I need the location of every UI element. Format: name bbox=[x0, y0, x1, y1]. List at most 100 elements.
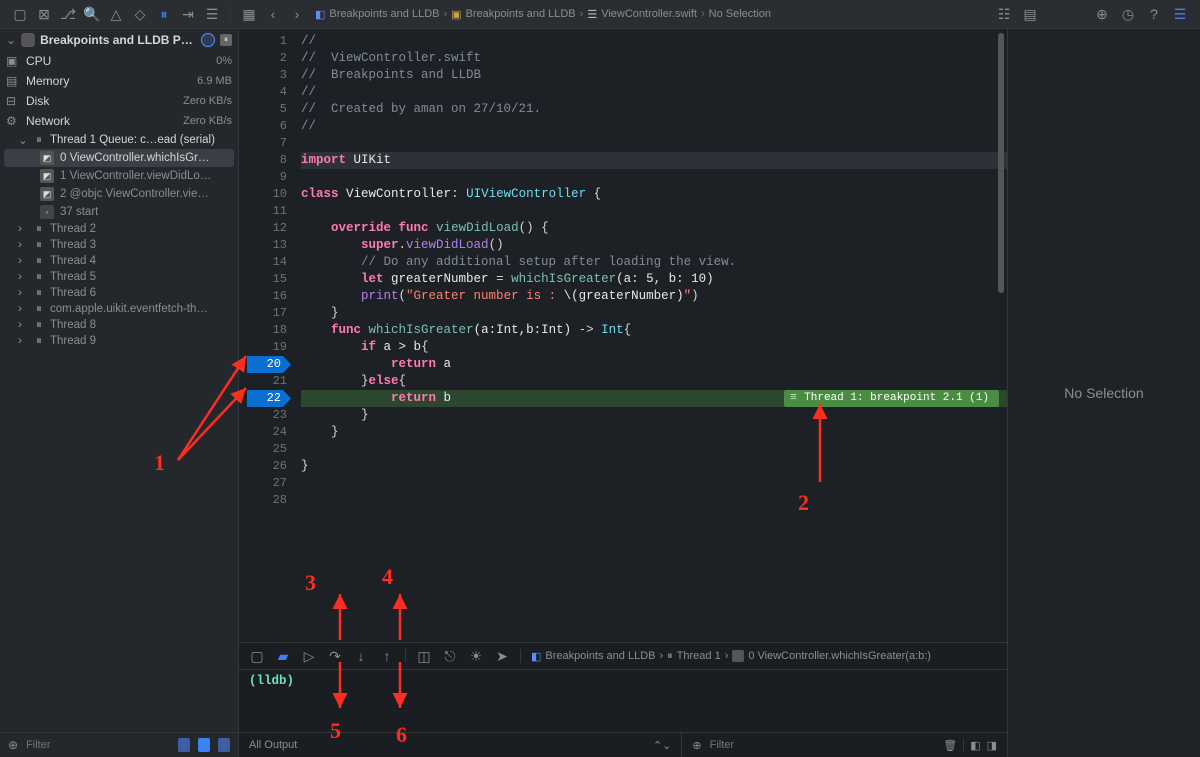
thread-row[interactable]: ›⏸Thread 8 bbox=[0, 317, 238, 333]
hide-debug-icon[interactable]: ▢ bbox=[249, 648, 265, 665]
navigator-filter-input[interactable] bbox=[24, 738, 170, 752]
scroll-thumb[interactable] bbox=[998, 33, 1004, 293]
tests-icon[interactable]: ◇ bbox=[130, 4, 150, 24]
thread-row[interactable]: ›⏸Thread 2 bbox=[0, 221, 238, 237]
nav-back-icon[interactable]: ‹ bbox=[263, 4, 283, 24]
scm-icon[interactable]: ⎇ bbox=[58, 4, 78, 24]
continue-icon[interactable]: ▷ bbox=[301, 648, 317, 665]
stack-frame-2[interactable]: ◩ 2 @objc ViewController.vie… bbox=[0, 185, 238, 203]
nav-fwd-icon[interactable]: › bbox=[287, 4, 307, 24]
step-over-icon[interactable]: ↷ bbox=[327, 648, 343, 665]
breakpoint-hit-badge[interactable]: Thread 1: breakpoint 2.1 (1) bbox=[784, 390, 999, 407]
code-line[interactable] bbox=[301, 475, 1007, 492]
code-line[interactable]: // Breakpoints and LLDB bbox=[301, 67, 1007, 84]
gauge-network[interactable]: ⚙ Network Zero KB/s bbox=[0, 111, 238, 131]
disclosure-icon[interactable]: › bbox=[18, 319, 28, 331]
grid-icon[interactable]: ▦ bbox=[239, 4, 259, 24]
thread-row[interactable]: ›⏸Thread 3 bbox=[0, 237, 238, 253]
disclosure-icon[interactable]: ⌄ bbox=[18, 133, 28, 147]
code-line[interactable]: // Created by aman on 27/10/21. bbox=[301, 101, 1007, 118]
debug-nav-icon[interactable]: ⏸ bbox=[154, 4, 174, 24]
thread-1[interactable]: ⌄ ⏸ Thread 1 Queue: c…ead (serial) bbox=[0, 131, 238, 149]
code-line[interactable]: // ViewController.swift bbox=[301, 50, 1007, 67]
gauge-memory[interactable]: ▤ Memory 6.9 MB bbox=[0, 71, 238, 91]
code-line[interactable]: func whichIsGreater(a:Int,b:Int) -> Int{ bbox=[301, 322, 1007, 339]
code-line[interactable]: } bbox=[301, 424, 1007, 441]
code-line[interactable]: // bbox=[301, 118, 1007, 135]
filter-toggle-1[interactable] bbox=[178, 738, 190, 752]
code-line[interactable] bbox=[301, 203, 1007, 220]
editor-scrollbar[interactable] bbox=[998, 33, 1004, 638]
breakpoint-nav-icon[interactable]: ⇥ bbox=[178, 4, 198, 24]
plus-tab-icon[interactable]: ⊕ bbox=[1092, 4, 1112, 24]
jump-bar[interactable]: ◧ Breakpoints and LLDB › ▣ Breakpoints a… bbox=[315, 8, 990, 21]
gauge-cpu[interactable]: ▣ CPU 0% bbox=[0, 51, 238, 71]
jump-selection[interactable]: No Selection bbox=[709, 8, 771, 20]
step-out-icon[interactable]: ↑ bbox=[379, 648, 395, 664]
memory-graph-icon[interactable]: ⎋ bbox=[442, 648, 458, 665]
find-icon[interactable]: 🔍 bbox=[82, 4, 102, 24]
output-selector[interactable]: All Output ⌃⌄ bbox=[239, 733, 682, 757]
filter-toggle-2[interactable] bbox=[198, 738, 210, 752]
thread-row[interactable]: ›⏸Thread 9 bbox=[0, 333, 238, 349]
debug-crumb[interactable]: Breakpoints and LLDB bbox=[545, 650, 655, 662]
location-icon[interactable]: ➤ bbox=[494, 648, 510, 665]
jump-project[interactable]: Breakpoints and LLDB bbox=[329, 8, 439, 20]
breakpoint-marker[interactable]: 22 bbox=[247, 390, 291, 407]
disclosure-icon[interactable]: › bbox=[18, 255, 28, 267]
thread-row[interactable]: ›⏸Thread 6 bbox=[0, 285, 238, 301]
code-line[interactable]: super.viewDidLoad() bbox=[301, 237, 1007, 254]
pane-right-icon[interactable]: ◨ bbox=[987, 739, 997, 752]
code-line[interactable] bbox=[301, 441, 1007, 458]
thread-row[interactable]: ›⏸Thread 4 bbox=[0, 253, 238, 269]
disclosure-icon[interactable]: › bbox=[18, 239, 28, 251]
gutter[interactable]: 1234567891011121314151617181920212223242… bbox=[239, 29, 293, 642]
code-line[interactable]: override func viewDidLoad() { bbox=[301, 220, 1007, 237]
code-area[interactable]: //// ViewController.swift// Breakpoints … bbox=[293, 29, 1007, 642]
issue-icon[interactable]: △ bbox=[106, 4, 126, 24]
code-line[interactable]: print("Greater number is : \(greaterNumb… bbox=[301, 288, 1007, 305]
code-line[interactable] bbox=[301, 492, 1007, 509]
source-editor[interactable]: 1234567891011121314151617181920212223242… bbox=[239, 29, 1007, 642]
console-filter-input[interactable] bbox=[708, 738, 938, 752]
thread-row[interactable]: ›⏸Thread 5 bbox=[0, 269, 238, 285]
pause-icon[interactable]: ⏸ bbox=[220, 34, 232, 46]
minimap-icon[interactable]: ▤ bbox=[1020, 4, 1040, 24]
thread-row[interactable]: ›⏸com.apple.uikit.eventfetch-th… bbox=[0, 301, 238, 317]
debug-crumb[interactable]: 0 ViewController.whichIsGreater(a:b:) bbox=[748, 650, 931, 662]
process-header[interactable]: ⌄ Breakpoints and LLDB P… ⏸ bbox=[0, 29, 238, 51]
folder-icon[interactable]: ▢ bbox=[10, 4, 30, 24]
code-line[interactable]: // bbox=[301, 33, 1007, 50]
code-line[interactable]: class ViewController: UIViewController { bbox=[301, 186, 1007, 203]
stack-frame-1[interactable]: ◩ 1 ViewController.viewDidLo… bbox=[0, 167, 238, 185]
jump-folder[interactable]: Breakpoints and LLDB bbox=[466, 8, 576, 20]
disclosure-icon[interactable]: › bbox=[18, 303, 28, 315]
code-line[interactable]: } bbox=[301, 305, 1007, 322]
help-icon[interactable]: ? bbox=[1144, 4, 1164, 24]
code-line[interactable] bbox=[301, 169, 1007, 186]
gauge-disk[interactable]: ⊟ Disk Zero KB/s bbox=[0, 91, 238, 111]
code-line[interactable]: if a > b{ bbox=[301, 339, 1007, 356]
code-line[interactable]: // bbox=[301, 84, 1007, 101]
code-line[interactable]: } bbox=[301, 407, 1007, 424]
pid-badge[interactable] bbox=[201, 33, 215, 47]
history-icon[interactable]: ◷ bbox=[1118, 4, 1138, 24]
jump-file[interactable]: ViewController.swift bbox=[601, 8, 697, 20]
console[interactable]: (lldb) bbox=[239, 670, 1007, 732]
code-line[interactable]: // Do any additional setup after loading… bbox=[301, 254, 1007, 271]
disclosure-icon[interactable]: › bbox=[18, 223, 28, 235]
debug-jump-bar[interactable]: ◧ Breakpoints and LLDB › ⏸ Thread 1 › 0 … bbox=[531, 650, 931, 663]
adjust-editor-icon[interactable]: ☰ bbox=[1170, 4, 1190, 24]
report-nav-icon[interactable]: ☰ bbox=[202, 4, 222, 24]
view-debug-icon[interactable]: ◫ bbox=[416, 648, 432, 665]
disclosure-icon[interactable]: › bbox=[18, 271, 28, 283]
env-override-icon[interactable]: ☀ bbox=[468, 648, 484, 665]
trash-icon[interactable]: 🗑 bbox=[943, 739, 957, 752]
debug-crumb[interactable]: Thread 1 bbox=[677, 650, 721, 662]
disclosure-icon[interactable]: › bbox=[18, 287, 28, 299]
breakpoints-toggle-icon[interactable]: ▰ bbox=[275, 648, 291, 665]
disclosure-icon[interactable]: ⌄ bbox=[6, 33, 16, 47]
code-line[interactable] bbox=[301, 135, 1007, 152]
code-line[interactable]: let greaterNumber = whichIsGreater(a: 5,… bbox=[301, 271, 1007, 288]
code-line[interactable]: return a bbox=[301, 356, 1007, 373]
